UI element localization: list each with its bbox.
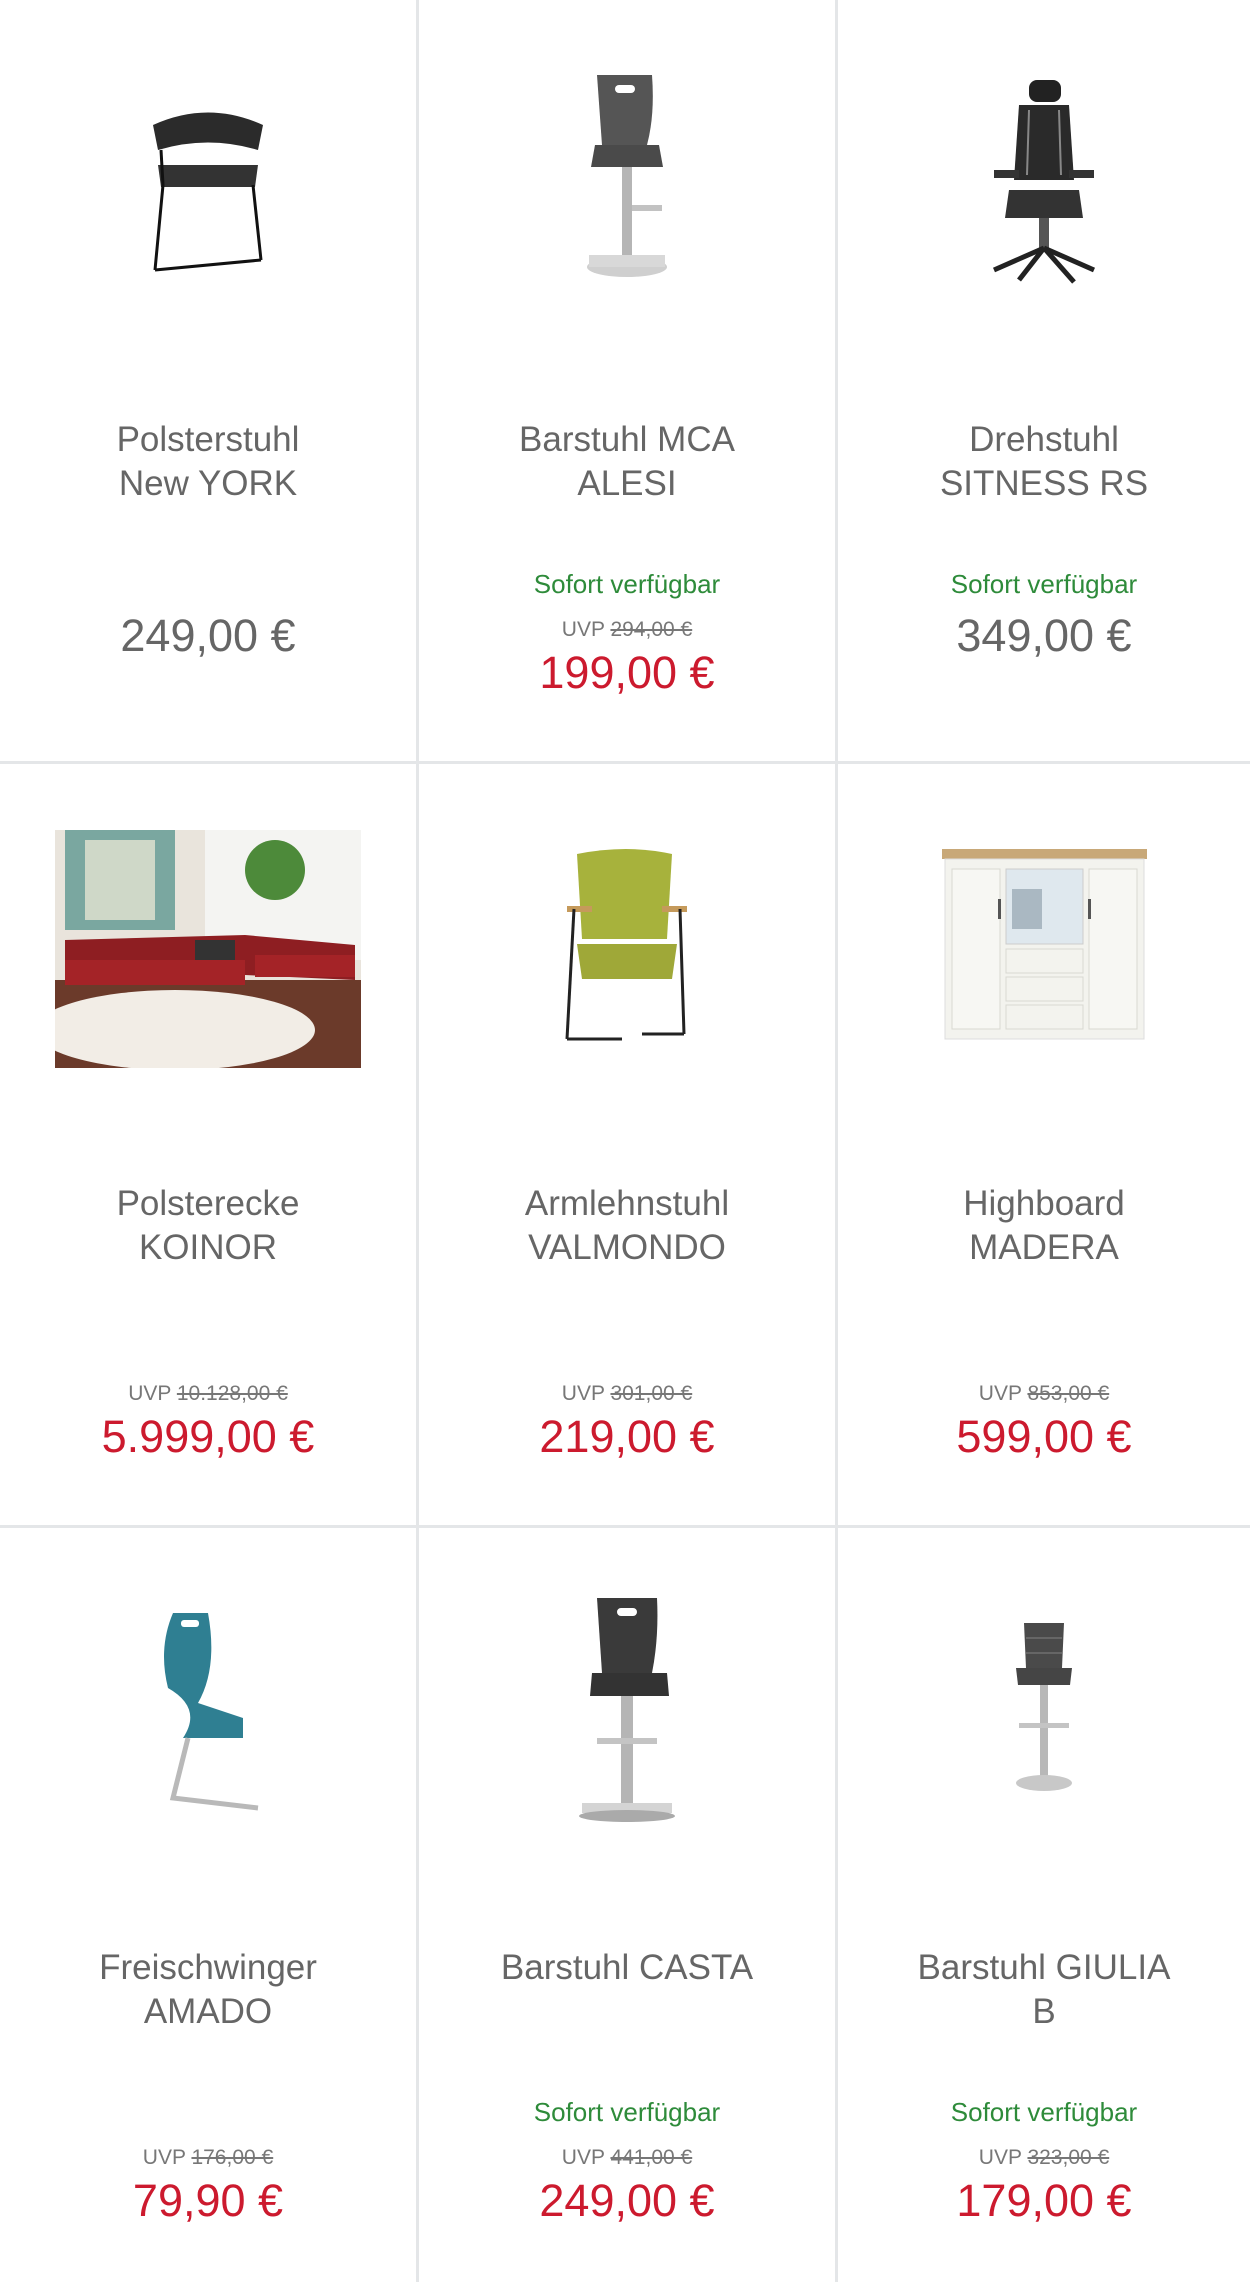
product-card-barstuhl-casta[interactable]: Barstuhl CASTA Sofort verfügbar UVP 441,… bbox=[419, 1528, 838, 2282]
uvp-label: UVP bbox=[128, 1382, 172, 1405]
product-price: 79,90 € bbox=[132, 2175, 284, 2226]
product-price: 199,00 € bbox=[539, 647, 715, 698]
product-card-polsterstuhl-new-york[interactable]: Polsterstuhl New YORK 249,00 € bbox=[0, 0, 419, 764]
product-name[interactable]: Barstuhl CASTA bbox=[439, 1946, 815, 1990]
availability-label: Sofort verfügbar bbox=[950, 569, 1138, 599]
highboard-icon[interactable] bbox=[838, 804, 1250, 1094]
product-name[interactable]: Polsterecke KOINOR bbox=[20, 1182, 396, 1270]
bar-stool-icon[interactable] bbox=[419, 40, 835, 330]
uvp-price: UVP 853,00 € bbox=[838, 1382, 1250, 1406]
product-name[interactable]: Highboard MADERA bbox=[858, 1182, 1230, 1270]
uvp-label: UVP bbox=[978, 1382, 1022, 1405]
product-price: 179,00 € bbox=[956, 2175, 1132, 2226]
product-name-line1: Polsterstuhl bbox=[116, 420, 300, 459]
availability-label: Sofort verfügbar bbox=[533, 2097, 721, 2127]
product-name-line1: Polsterecke bbox=[116, 1184, 300, 1223]
uvp-old-price: 853,00 € bbox=[1027, 1382, 1110, 1405]
product-name[interactable]: Barstuhl GIULIA B bbox=[858, 1946, 1230, 2034]
uvp-label: UVP bbox=[978, 2146, 1022, 2169]
availability-label: Sofort verfügbar bbox=[950, 2097, 1138, 2127]
bar-stool-icon[interactable] bbox=[419, 1568, 835, 1858]
product-price: 599,00 € bbox=[956, 1411, 1132, 1462]
product-card-drehstuhl-sitness-rs[interactable]: Drehstuhl SITNESS RS Sofort verfügbar 34… bbox=[838, 0, 1250, 764]
product-name-line2: AMADO bbox=[143, 1992, 273, 2031]
product-name-line1: Freischwinger bbox=[99, 1948, 317, 1987]
product-name[interactable]: Polsterstuhl New YORK bbox=[20, 418, 396, 506]
uvp-old-price: 294,00 € bbox=[610, 618, 693, 641]
sofa-photo[interactable] bbox=[0, 804, 416, 1094]
product-grid: Polsterstuhl New YORK 249,00 € Barstuhl … bbox=[0, 0, 1250, 2282]
uvp-label: UVP bbox=[142, 2146, 186, 2169]
uvp-label: UVP bbox=[561, 618, 605, 641]
product-card-barstuhl-mca-alesi[interactable]: Barstuhl MCA ALESI Sofort verfügbar UVP … bbox=[419, 0, 838, 764]
uvp-price: UVP 176,00 € bbox=[0, 2146, 416, 2170]
product-name-line2: VALMONDO bbox=[528, 1228, 726, 1267]
product-name-line1: Barstuhl GIULIA bbox=[917, 1948, 1171, 1987]
product-name-line1: Barstuhl CASTA bbox=[500, 1948, 754, 1987]
product-card-freischwinger-amado[interactable]: Freischwinger AMADO UVP 176,00 € 79,90 € bbox=[0, 1528, 419, 2282]
product-name-line2: B bbox=[1032, 1992, 1056, 2031]
uvp-label: UVP bbox=[561, 2146, 605, 2169]
uvp-old-price: 176,00 € bbox=[191, 2146, 274, 2169]
availability-label: Sofort verfügbar bbox=[533, 569, 721, 599]
uvp-price: UVP 10.128,00 € bbox=[0, 1382, 416, 1406]
product-name-line2: KOINOR bbox=[138, 1228, 278, 1267]
product-price: 5.999,00 € bbox=[101, 1411, 315, 1462]
uvp-old-price: 10.128,00 € bbox=[176, 1382, 288, 1405]
uvp-price: UVP 294,00 € bbox=[419, 618, 835, 642]
product-price: 219,00 € bbox=[539, 1411, 715, 1462]
product-card-barstuhl-giulia-b[interactable]: Barstuhl GIULIA B Sofort verfügbar UVP 3… bbox=[838, 1528, 1250, 2282]
product-name-line2: SITNESS RS bbox=[939, 464, 1149, 503]
armchair-icon[interactable] bbox=[419, 804, 835, 1094]
product-card-armlehnstuhl-valmondo[interactable]: Armlehnstuhl VALMONDO UVP 301,00 € 219,0… bbox=[419, 764, 838, 1528]
uvp-price: UVP 323,00 € bbox=[838, 2146, 1250, 2170]
uvp-label: UVP bbox=[561, 1382, 605, 1405]
product-price: 249,00 € bbox=[120, 610, 296, 661]
product-name-line1: Armlehnstuhl bbox=[524, 1184, 730, 1223]
product-name[interactable]: Barstuhl MCA ALESI bbox=[439, 418, 815, 506]
product-card-polsterecke-koinor[interactable]: Polsterecke KOINOR UVP 10.128,00 € 5.999… bbox=[0, 764, 419, 1528]
product-name[interactable]: Freischwinger AMADO bbox=[20, 1946, 396, 2034]
product-name-line1: Highboard bbox=[963, 1184, 1125, 1223]
product-price: 249,00 € bbox=[539, 2175, 715, 2226]
black-chair-icon[interactable] bbox=[0, 40, 416, 330]
uvp-price: UVP 441,00 € bbox=[419, 2146, 835, 2170]
uvp-old-price: 323,00 € bbox=[1027, 2146, 1110, 2169]
uvp-price: UVP 301,00 € bbox=[419, 1382, 835, 1406]
product-name-line2: ALESI bbox=[577, 464, 677, 503]
cantilever-chair-icon[interactable] bbox=[0, 1568, 416, 1858]
uvp-old-price: 441,00 € bbox=[610, 2146, 693, 2169]
product-name-line2: MADERA bbox=[969, 1228, 1119, 1267]
product-price: 349,00 € bbox=[956, 610, 1132, 661]
product-card-highboard-madera[interactable]: Highboard MADERA UVP 853,00 € 599,00 € bbox=[838, 764, 1250, 1528]
product-name[interactable]: Drehstuhl SITNESS RS bbox=[858, 418, 1230, 506]
uvp-old-price: 301,00 € bbox=[610, 1382, 693, 1405]
product-name[interactable]: Armlehnstuhl VALMONDO bbox=[439, 1182, 815, 1270]
product-name-line2: New YORK bbox=[118, 464, 298, 503]
product-name-line1: Drehstuhl bbox=[969, 420, 1119, 459]
bar-stool-icon[interactable] bbox=[838, 1568, 1250, 1858]
product-name-line1: Barstuhl MCA bbox=[519, 420, 735, 459]
office-chair-icon[interactable] bbox=[838, 40, 1250, 330]
